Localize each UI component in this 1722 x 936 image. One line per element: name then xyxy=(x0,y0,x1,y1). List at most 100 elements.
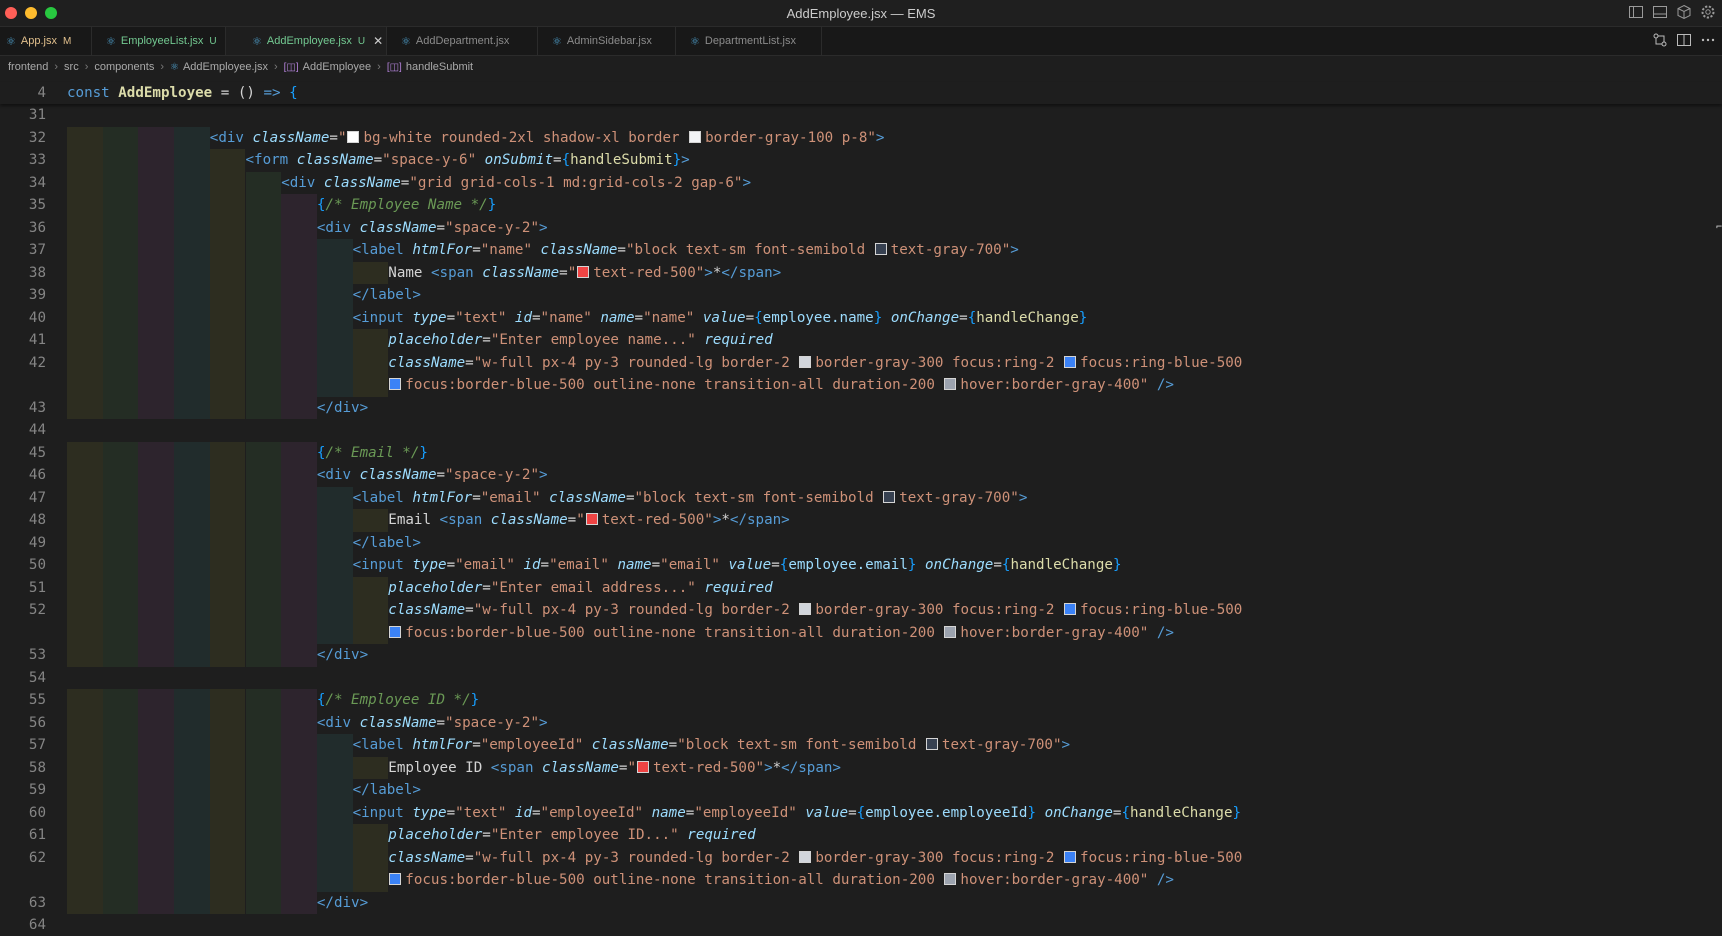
code-editor[interactable]: 31 32 <div className=" bg-white rounded-2xl… xyxy=(0,82,1722,933)
scrollbar-marker[interactable]: ⌐ xyxy=(1716,222,1722,236)
code-line[interactable]: 33 <form className="space-y-6" onSubmit={… xyxy=(0,149,1722,171)
line-number: 34 xyxy=(28,174,46,191)
code-line[interactable]: 46 <div className="space-y-2"> xyxy=(0,464,1722,486)
line-number: 35 xyxy=(28,197,46,213)
code-line[interactable]: 63 </div> xyxy=(0,892,1722,914)
tab-app-jsx[interactable]: ⚛ App.jsx M xyxy=(0,27,92,55)
sticky-scroll-header[interactable]: 4 const AddEmployee = () => { xyxy=(0,82,1722,104)
toggle-primary-sidebar-icon[interactable] xyxy=(1628,4,1644,20)
color-swatch[interactable] xyxy=(585,513,598,525)
open-changes-icon[interactable] xyxy=(1652,32,1668,48)
code-line[interactable]: 41 placeholder="Enter employee name..." r… xyxy=(0,329,1722,351)
tab-addemployee-jsx[interactable]: ⚛ AddEmployee.jsx U ✕ xyxy=(226,27,387,55)
code-line[interactable]: 56 <div className="space-y-2"> xyxy=(0,712,1722,734)
code-token: = xyxy=(634,309,644,326)
breadcrumb-item-src[interactable]: src xyxy=(64,61,79,73)
close-tab-icon[interactable]: ✕ xyxy=(373,34,383,48)
color-swatch[interactable] xyxy=(944,625,957,638)
tab-departmentlist-jsx[interactable]: ⚛ DepartmentList.jsx xyxy=(676,27,822,55)
code-line[interactable]: 45 {/* Email */} xyxy=(0,442,1722,464)
code-line[interactable]: focus:border-blue-500 outline-none trans… xyxy=(0,374,1722,396)
color-swatch[interactable] xyxy=(944,873,957,885)
color-swatch[interactable] xyxy=(389,873,402,885)
code-line[interactable]: 39 </label> xyxy=(0,284,1722,306)
code-line[interactable]: 36 <div className="space-y-2"> xyxy=(0,217,1722,239)
code-line[interactable]: 55 {/* Employee ID */} xyxy=(0,689,1722,711)
more-actions-icon[interactable] xyxy=(1700,32,1716,48)
code-line[interactable]: 34 <div className="grid grid-cols-1 md:gr… xyxy=(0,172,1722,194)
code-line[interactable]: 31 xyxy=(0,104,1722,126)
tab-adminsidebar-jsx[interactable]: ⚛ AdminSidebar.jsx xyxy=(538,27,676,55)
color-swatch[interactable] xyxy=(799,603,812,615)
settings-gear-icon[interactable] xyxy=(1700,4,1716,20)
tab-adddepartment-jsx[interactable]: ⚛ AddDepartment.jsx xyxy=(387,27,538,55)
code-token: bg-white rounded-2xl shadow-xl border xyxy=(363,129,689,146)
extension-cube-icon[interactable] xyxy=(1676,4,1692,20)
color-swatch[interactable] xyxy=(389,378,402,390)
color-swatch[interactable] xyxy=(883,490,896,503)
color-swatch[interactable] xyxy=(577,265,590,278)
color-swatch[interactable] xyxy=(689,130,702,143)
line-number: 45 xyxy=(28,444,46,461)
code-line[interactable]: 59 </label> xyxy=(0,779,1722,801)
code-line[interactable]: 52 className="w-full px-4 py-3 rounded-lg… xyxy=(0,599,1722,621)
code-line[interactable]: 53 </div> xyxy=(0,644,1722,666)
line-number: 4 xyxy=(37,85,46,101)
code-line[interactable]: 49 </label> xyxy=(0,532,1722,554)
code-line[interactable]: 43 </div> xyxy=(0,397,1722,419)
code-line[interactable]: 48 Email <span className=" text-red-500">*… xyxy=(0,509,1722,531)
line-number: 58 xyxy=(28,759,46,776)
code-line[interactable]: 54 xyxy=(0,667,1722,689)
code-line[interactable]: 64 xyxy=(0,914,1722,936)
code-line[interactable]: 60 <input type="text" id="employeeId" nam… xyxy=(0,802,1722,824)
code-line[interactable]: 62 className="w-full px-4 py-3 rounded-lg… xyxy=(0,847,1722,869)
color-swatch[interactable] xyxy=(799,355,812,368)
code-line[interactable]: 40 <input type="text" id="name" name="nam… xyxy=(0,307,1722,329)
code-line[interactable]: 38 Name <span className=" text-red-500">*<… xyxy=(0,262,1722,284)
breadcrumb-item-function[interactable]: handleSubmit xyxy=(406,61,473,73)
code-line[interactable]: 51 placeholder="Enter email address..." r… xyxy=(0,577,1722,599)
color-swatch[interactable] xyxy=(925,738,938,750)
color-swatch[interactable] xyxy=(637,760,650,773)
code-line[interactable]: 32 <div className=" bg-white rounded-2xl s… xyxy=(0,127,1722,149)
code-token: "Enter employee name..." xyxy=(490,332,705,348)
code-line[interactable]: 57 <label htmlFor="employeeId" className=… xyxy=(0,734,1722,756)
code-line[interactable]: 50 <input type="email" id="email" name="e… xyxy=(0,554,1722,576)
code-line[interactable]: 42 className="w-full px-4 py-3 rounded-lg… xyxy=(0,352,1722,374)
split-editor-icon[interactable] xyxy=(1676,32,1692,48)
code-line[interactable]: 44 xyxy=(0,419,1722,441)
code-content: <label htmlFor="name" className="block t… xyxy=(353,239,1019,261)
line-number: 38 xyxy=(28,264,46,281)
color-swatch[interactable] xyxy=(347,130,360,143)
color-swatch[interactable] xyxy=(389,625,402,638)
code-line[interactable]: 47 <label htmlFor="email" className="bloc… xyxy=(0,487,1722,509)
code-line[interactable]: 37 <label htmlFor="name" className="block… xyxy=(0,239,1722,261)
code-token: type xyxy=(412,309,447,326)
breadcrumb-item-frontend[interactable]: frontend xyxy=(8,61,48,73)
code-token: = xyxy=(553,152,562,168)
color-swatch[interactable] xyxy=(799,850,812,863)
line-number: 57 xyxy=(28,737,46,753)
chevron-right-icon: › xyxy=(54,61,59,73)
code-line[interactable]: 35 {/* Employee Name */} xyxy=(0,194,1722,216)
color-swatch[interactable] xyxy=(1064,355,1077,368)
breadcrumb-item-symbol[interactable]: AddEmployee xyxy=(303,61,372,73)
code-token: { xyxy=(561,152,571,168)
color-swatch[interactable] xyxy=(1064,603,1077,615)
toggle-panel-icon[interactable] xyxy=(1652,4,1668,20)
code-line[interactable]: 61 placeholder="Enter employee ID..." req… xyxy=(0,824,1722,846)
breadcrumb-item-components[interactable]: components xyxy=(94,61,154,73)
code-line[interactable]: 58 Employee ID <span className=" text-red-… xyxy=(0,757,1722,779)
code-token: border-gray-300 focus:ring-2 xyxy=(815,602,1064,618)
code-line[interactable]: focus:border-blue-500 outline-none trans… xyxy=(0,622,1722,644)
breadcrumb-item-file[interactable]: AddEmployee.jsx xyxy=(183,61,268,73)
color-swatch[interactable] xyxy=(874,243,887,255)
code-line[interactable]: focus:border-blue-500 outline-none trans… xyxy=(0,869,1722,891)
code-token: </div> xyxy=(316,647,369,663)
color-swatch[interactable] xyxy=(1064,850,1077,863)
color-swatch[interactable] xyxy=(944,378,957,390)
code-token: className xyxy=(359,467,437,483)
tab-employeelist-jsx[interactable]: ⚛ EmployeeList.jsx U xyxy=(92,27,226,55)
code-token: "Enter employee ID..." xyxy=(490,827,688,843)
